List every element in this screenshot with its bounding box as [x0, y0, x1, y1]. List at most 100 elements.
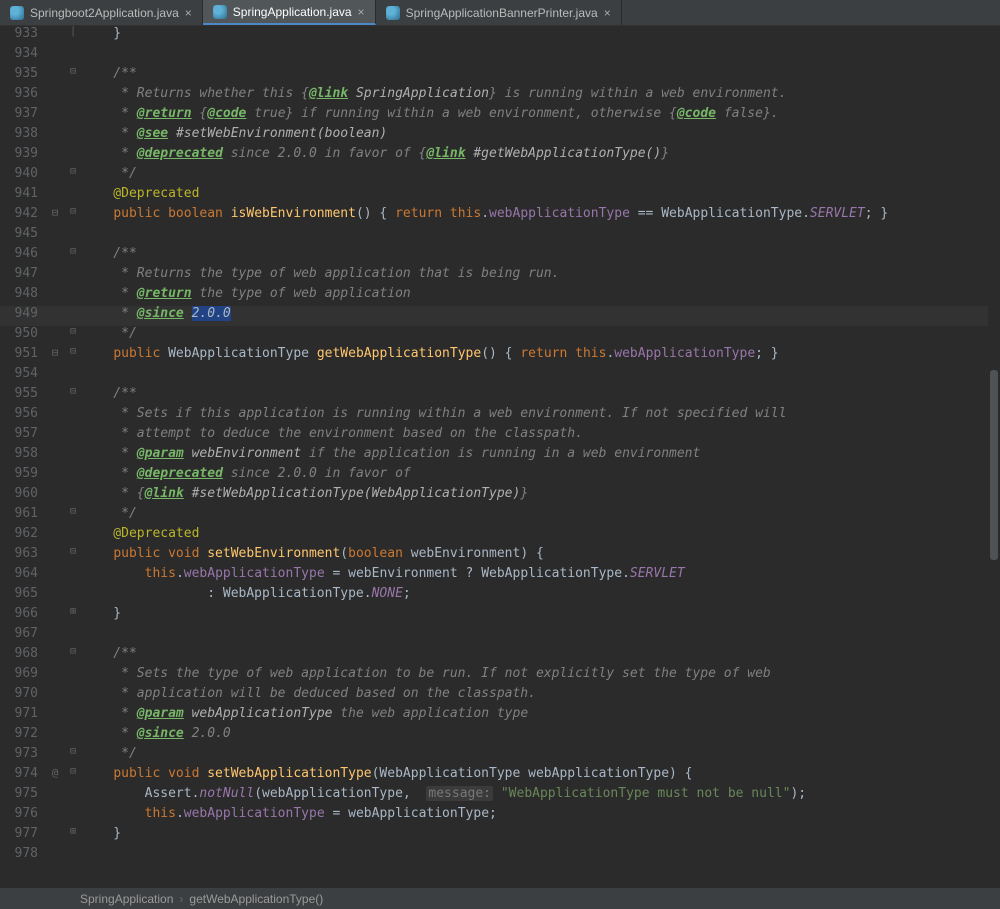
- code-line[interactable]: 972 * @since 2.0.0: [0, 726, 1000, 746]
- breadcrumb-method[interactable]: getWebApplicationType(): [189, 892, 323, 906]
- code-text[interactable]: * Returns the type of web application th…: [80, 266, 1000, 281]
- close-icon[interactable]: ×: [358, 5, 365, 19]
- line-number[interactable]: 969: [0, 666, 44, 681]
- code-line[interactable]: 948 * @return the type of web applicatio…: [0, 286, 1000, 306]
- line-number[interactable]: 972: [0, 726, 44, 741]
- code-line[interactable]: 947 * Returns the type of web applicatio…: [0, 266, 1000, 286]
- code-line[interactable]: 975 Assert.notNull(webApplicationType, m…: [0, 786, 1000, 806]
- code-line[interactable]: 965 : WebApplicationType.NONE;: [0, 586, 1000, 606]
- fold-toggle-icon[interactable]: ⊟: [66, 206, 80, 217]
- line-number[interactable]: 950: [0, 326, 44, 341]
- gutter-mark-icon[interactable]: @: [44, 766, 66, 779]
- code-text[interactable]: * @param webEnvironment if the applicati…: [80, 446, 1000, 461]
- line-number[interactable]: 945: [0, 226, 44, 241]
- code-text[interactable]: public void setWebEnvironment(boolean we…: [80, 546, 1000, 561]
- code-line[interactable]: 954: [0, 366, 1000, 386]
- line-number[interactable]: 964: [0, 566, 44, 581]
- code-text[interactable]: */: [80, 326, 1000, 341]
- code-text[interactable]: }: [80, 826, 1000, 841]
- code-text[interactable]: * @param webApplicationType the web appl…: [80, 706, 1000, 721]
- code-text[interactable]: }: [80, 26, 1000, 41]
- code-line[interactable]: 967: [0, 626, 1000, 646]
- fold-toggle-icon[interactable]: ⊟: [66, 766, 80, 777]
- code-line[interactable]: 955 ⊟ /**: [0, 386, 1000, 406]
- line-number[interactable]: 977: [0, 826, 44, 841]
- vertical-scrollbar[interactable]: [988, 26, 1000, 887]
- line-number[interactable]: 975: [0, 786, 44, 801]
- code-line[interactable]: 968⊟ /**: [0, 646, 1000, 666]
- code-text[interactable]: /**: [80, 386, 1000, 401]
- code-text[interactable]: */: [80, 166, 1000, 181]
- code-line[interactable]: 939 * @deprecated since 2.0.0 in favor o…: [0, 146, 1000, 166]
- code-text[interactable]: public boolean isWebEnvironment() { retu…: [80, 206, 1000, 221]
- line-number[interactable]: 957: [0, 426, 44, 441]
- code-line[interactable]: 940⊟ */: [0, 166, 1000, 186]
- tab-springboot2application[interactable]: Springboot2Application.java ×: [0, 0, 203, 25]
- line-number[interactable]: 968: [0, 646, 44, 661]
- code-text[interactable]: * Returns whether this {@link SpringAppl…: [80, 86, 1000, 101]
- code-text[interactable]: this.webApplicationType = webEnvironment…: [80, 566, 1000, 581]
- code-text[interactable]: @Deprecated: [80, 186, 1000, 201]
- code-text[interactable]: * @deprecated since 2.0.0 in favor of {@…: [80, 146, 1000, 161]
- code-line[interactable]: 937 * @return {@code true} if running wi…: [0, 106, 1000, 126]
- code-editor[interactable]: 933│ }934935⊟ /**936 * Returns whether t…: [0, 26, 1000, 887]
- fold-toggle-icon[interactable]: ⊟: [66, 386, 80, 397]
- code-line[interactable]: 951⊟⊟ public WebApplicationType getWebAp…: [0, 346, 1000, 366]
- line-number[interactable]: 961: [0, 506, 44, 521]
- code-line[interactable]: 938 * @see #setWebEnvironment(boolean): [0, 126, 1000, 146]
- code-line[interactable]: 946⊟ /**: [0, 246, 1000, 266]
- fold-toggle-icon[interactable]: ⊟: [66, 646, 80, 657]
- line-number[interactable]: 951: [0, 346, 44, 361]
- code-line[interactable]: 961⊟ */: [0, 506, 1000, 526]
- fold-toggle-icon[interactable]: │: [66, 26, 80, 37]
- line-number[interactable]: 955: [0, 386, 44, 401]
- code-text[interactable]: * {@link #setWebApplicationType(WebAppli…: [80, 486, 1000, 501]
- line-number[interactable]: 967: [0, 626, 44, 641]
- code-line[interactable]: 949 * @since 2.0.0: [0, 306, 1000, 326]
- line-number[interactable]: 946: [0, 246, 44, 261]
- tab-springapplication[interactable]: SpringApplication.java ×: [203, 0, 376, 25]
- line-number[interactable]: 954: [0, 366, 44, 381]
- code-line[interactable]: 962 @Deprecated: [0, 526, 1000, 546]
- line-number[interactable]: 942: [0, 206, 44, 221]
- code-line[interactable]: 970 * application will be deduced based …: [0, 686, 1000, 706]
- code-line[interactable]: 941 @Deprecated: [0, 186, 1000, 206]
- line-number[interactable]: 960: [0, 486, 44, 501]
- code-text[interactable]: * Sets if this application is running wi…: [80, 406, 1000, 421]
- code-text[interactable]: public void setWebApplicationType(WebApp…: [80, 766, 1000, 781]
- code-text[interactable]: : WebApplicationType.NONE;: [80, 586, 1000, 601]
- code-line[interactable]: 934: [0, 46, 1000, 66]
- code-line[interactable]: 963⊟ public void setWebEnvironment(boole…: [0, 546, 1000, 566]
- code-line[interactable]: 933│ }: [0, 26, 1000, 46]
- line-number[interactable]: 962: [0, 526, 44, 541]
- scrollbar-thumb[interactable]: [990, 370, 998, 559]
- code-text[interactable]: * @see #setWebEnvironment(boolean): [80, 126, 1000, 141]
- code-line[interactable]: 964 this.webApplicationType = webEnviron…: [0, 566, 1000, 586]
- code-text[interactable]: public WebApplicationType getWebApplicat…: [80, 346, 1000, 361]
- line-number[interactable]: 974: [0, 766, 44, 781]
- code-line[interactable]: 960 * {@link #setWebApplicationType(WebA…: [0, 486, 1000, 506]
- code-text[interactable]: * @since 2.0.0: [80, 306, 1000, 321]
- fold-toggle-icon[interactable]: ⊟: [66, 166, 80, 177]
- code-text[interactable]: * Sets the type of web application to be…: [80, 666, 1000, 681]
- code-line[interactable]: 977⊞ }: [0, 826, 1000, 846]
- code-line[interactable]: 959 * @deprecated since 2.0.0 in favor o…: [0, 466, 1000, 486]
- line-number[interactable]: 956: [0, 406, 44, 421]
- code-line[interactable]: 942⊟⊟ public boolean isWebEnvironment() …: [0, 206, 1000, 226]
- code-line[interactable]: 935⊟ /**: [0, 66, 1000, 86]
- code-line[interactable]: 957 * attempt to deduce the environment …: [0, 426, 1000, 446]
- gutter-mark-icon[interactable]: ⊟: [44, 206, 66, 219]
- code-text[interactable]: /**: [80, 246, 1000, 261]
- breadcrumb-class[interactable]: SpringApplication: [80, 892, 173, 906]
- code-line[interactable]: 976 this.webApplicationType = webApplica…: [0, 806, 1000, 826]
- code-line[interactable]: 950 ⊟ */: [0, 326, 1000, 346]
- code-text[interactable]: Assert.notNull(webApplicationType, messa…: [80, 786, 1000, 801]
- code-text[interactable]: /**: [80, 66, 1000, 81]
- code-line[interactable]: 973⊟ */: [0, 746, 1000, 766]
- code-text[interactable]: * attempt to deduce the environment base…: [80, 426, 1000, 441]
- fold-toggle-icon[interactable]: ⊟: [66, 326, 80, 337]
- code-line[interactable]: 958 * @param webEnvironment if the appli…: [0, 446, 1000, 466]
- fold-toggle-icon[interactable]: ⊟: [66, 506, 80, 517]
- fold-toggle-icon[interactable]: ⊟: [66, 346, 80, 357]
- line-number[interactable]: 965: [0, 586, 44, 601]
